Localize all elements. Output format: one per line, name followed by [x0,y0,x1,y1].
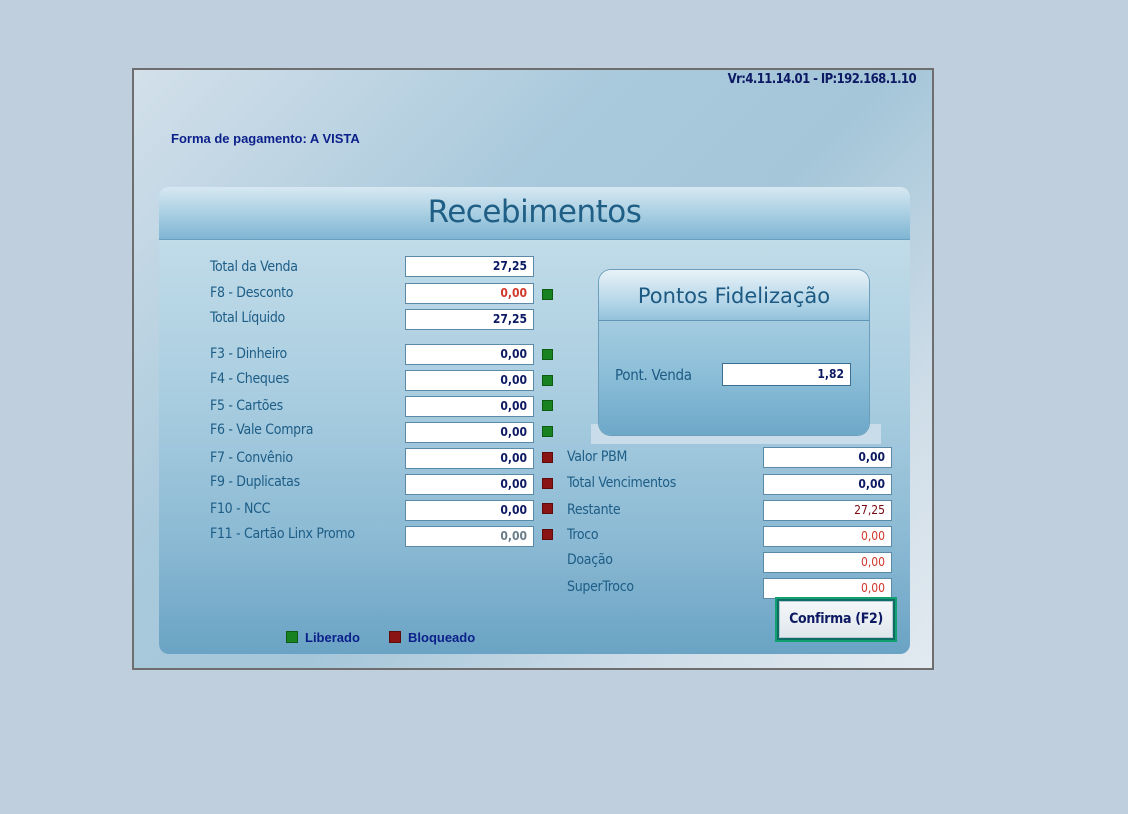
total-venda-label: Total da Venda [210,259,298,275]
ncc-field[interactable]: 0,00 [405,500,534,521]
payment-window: Vr:4.11.14.01 - IP:192.168.1.10 Forma de… [132,68,934,670]
vale-compra-status-indicator [542,426,553,437]
cartao-linx-promo-status-indicator [542,529,553,540]
ncc-status-indicator [542,503,553,514]
receipts-header: Recebimentos [159,187,910,240]
pont-venda-field[interactable]: 1,82 [722,363,851,386]
convenio-field[interactable]: 0,00 [405,448,534,469]
desconto-label: F8 - Desconto [210,285,294,301]
troco-field[interactable]: 0,00 [763,526,892,547]
total-liquido-field[interactable]: 27,25 [405,309,534,330]
receipts-title: Recebimentos [427,194,642,230]
receipts-panel: Recebimentos Total da Venda 27,25 F8 - D… [159,187,910,654]
loyalty-points-title: Pontos Fidelização [637,284,831,308]
dinheiro-field[interactable]: 0,00 [405,344,534,365]
desconto-field[interactable]: 0,00 [405,283,534,304]
supertroco-field[interactable]: 0,00 [763,578,892,599]
payment-form-label: Forma de pagamento: A VISTA [171,131,360,146]
legend-liberado-label: Liberado [305,630,360,645]
cartoes-field[interactable]: 0,00 [405,396,534,417]
restante-label: Restante [567,502,621,518]
duplicatas-field[interactable]: 0,00 [405,474,534,495]
dinheiro-status-indicator [542,349,553,360]
cartoes-label: F5 - Cartões [210,398,283,414]
loyalty-points-header: Pontos Fidelização [599,270,869,321]
cheques-status-indicator [542,375,553,386]
cartao-linx-promo-field[interactable]: 0,00 [405,526,534,547]
doacao-label: Doação [567,552,613,568]
cartao-linx-promo-label: F11 - Cartão Linx Promo [210,526,355,542]
legend-bloqueado-swatch [389,631,401,643]
loyalty-points-box: Pontos Fidelização Pont. Venda 1,82 [599,270,869,435]
cheques-field[interactable]: 0,00 [405,370,534,391]
valor-pbm-field[interactable]: 0,00 [763,447,892,468]
total-liquido-label: Total Líquido [210,310,285,326]
duplicatas-status-indicator [542,478,553,489]
restante-field[interactable]: 27,25 [763,500,892,521]
duplicatas-label: F9 - Duplicatas [210,474,300,490]
desconto-status-indicator [542,289,553,300]
doacao-field[interactable]: 0,00 [763,552,892,573]
legend-bloqueado-label: Bloqueado [408,630,476,645]
vale-compra-label: F6 - Vale Compra [210,422,314,438]
legend-liberado-swatch [286,631,298,643]
total-venda-field[interactable]: 27,25 [405,256,534,277]
convenio-label: F7 - Convênio [210,450,293,466]
cartoes-status-indicator [542,400,553,411]
troco-label: Troco [567,527,599,543]
total-vencimentos-label: Total Vencimentos [567,475,676,491]
vale-compra-field[interactable]: 0,00 [405,422,534,443]
ncc-label: F10 - NCC [210,501,271,517]
pont-venda-label: Pont. Venda [615,366,692,384]
confirm-button-frame: Confirma (F2) [775,597,897,642]
supertroco-label: SuperTroco [567,579,634,595]
cheques-label: F4 - Cheques [210,371,290,387]
version-info: Vr:4.11.14.01 - IP:192.168.1.10 [727,72,917,87]
dinheiro-label: F3 - Dinheiro [210,346,287,362]
valor-pbm-label: Valor PBM [567,449,628,465]
confirm-button[interactable]: Confirma (F2) [779,601,893,638]
total-vencimentos-field[interactable]: 0,00 [763,474,892,495]
convenio-status-indicator [542,452,553,463]
